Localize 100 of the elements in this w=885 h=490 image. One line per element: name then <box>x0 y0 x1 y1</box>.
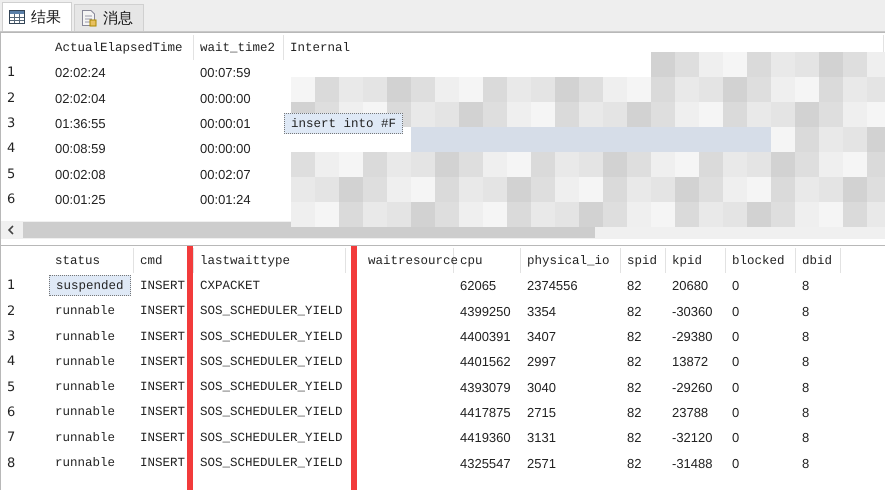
table-cell-text: -29380 <box>671 328 714 346</box>
column-header[interactable]: kpid <box>672 254 702 268</box>
row-number: 4 <box>6 354 16 370</box>
table-cell-text: runnable <box>54 404 116 422</box>
table-cell-text: INSERT <box>139 278 186 295</box>
selected-cell[interactable]: insert into #F <box>284 113 404 134</box>
column-header[interactable]: physical_io <box>527 254 610 268</box>
table-cell-text: SOS_SCHEDULER_YIELD <box>199 354 344 371</box>
column-header[interactable]: dbid <box>802 254 832 268</box>
grid-icon <box>9 10 25 24</box>
table-cell-text: 4401562 <box>459 353 512 372</box>
table-cell-text: 0 <box>731 378 740 397</box>
table-cell-text: 0 <box>731 328 740 346</box>
table-cell-text: runnable <box>54 379 116 396</box>
column-header[interactable]: blocked <box>732 254 785 268</box>
row-number: 6 <box>6 404 16 420</box>
table-cell-text: SOS_SCHEDULER_YIELD <box>199 404 344 422</box>
table-cell-text: INSERT <box>139 430 186 447</box>
table-cell-text: 8 <box>801 353 810 372</box>
column-header[interactable]: Internal <box>290 40 350 55</box>
table-cell-text: SOS_SCHEDULER_YIELD <box>199 430 344 447</box>
results-tab[interactable]: 结果 <box>2 2 72 31</box>
table-cell-text: 13872 <box>671 353 710 372</box>
row-number: 1 <box>6 278 16 294</box>
table-cell-text: 2374556 <box>526 277 579 296</box>
table-cell-text: 00:01:25 <box>54 190 107 209</box>
table-cell-text: 4417875 <box>459 404 512 422</box>
row-number: 5 <box>6 380 16 395</box>
table-cell-text: 00:00:00 <box>199 90 252 108</box>
table-cell-text: runnable <box>54 303 116 320</box>
messages-tab[interactable]: 消息 <box>74 4 144 31</box>
table-cell-text: 00:07:59 <box>199 64 252 82</box>
selected-cell[interactable]: suspended <box>49 275 131 296</box>
table-cell-text: 82 <box>626 353 642 372</box>
table-cell-text: 82 <box>626 429 642 448</box>
column-header[interactable]: lastwaittype <box>200 254 290 268</box>
table-cell-text: 82 <box>626 328 642 346</box>
table-cell-text: 02:02:24 <box>54 64 107 82</box>
row-number: 6 <box>6 192 16 207</box>
column-header[interactable]: spid <box>627 254 658 268</box>
table-cell-text: 20680 <box>671 277 710 296</box>
table-cell-text: SOS_SCHEDULER_YIELD <box>199 328 344 346</box>
column-header[interactable]: status <box>55 254 100 268</box>
table-cell-text: runnable <box>54 328 116 346</box>
table-cell-text: 8 <box>801 277 810 296</box>
table-cell-text: 4325547 <box>459 454 512 473</box>
table-cell-text: runnable <box>54 430 116 447</box>
table-cell-text: INSERT <box>139 379 186 396</box>
table-cell-text: 01:36:55 <box>54 115 107 134</box>
scroll-left-icon[interactable] <box>7 225 15 235</box>
table-cell-text: 4419360 <box>459 429 512 448</box>
table-cell-text: 62065 <box>459 277 498 296</box>
table-cell-text: INSERT <box>139 303 186 320</box>
row-number: 7 <box>6 430 16 446</box>
table-cell-text: -29260 <box>671 378 714 397</box>
table-cell-text: runnable <box>54 354 116 371</box>
column-header[interactable]: waitresource <box>368 254 458 268</box>
table-cell-text: 00:08:59 <box>54 140 107 158</box>
table-cell-text: 82 <box>626 404 642 422</box>
table-cell-text: 3354 <box>526 302 557 321</box>
table-cell-text: 8 <box>801 454 810 473</box>
table-cell-text: 4400391 <box>459 328 512 346</box>
table-cell-text: 00:02:07 <box>199 166 252 184</box>
row-number: 3 <box>6 329 16 344</box>
table-cell-text: 2997 <box>526 353 557 372</box>
table-cell-text: 0 <box>731 404 740 422</box>
table-cell-text: 8 <box>801 378 810 397</box>
table-cell-text: 8 <box>801 404 810 422</box>
table-cell-text: 00:02:08 <box>54 166 107 184</box>
table-cell-text: -30360 <box>671 302 714 321</box>
table-cell-text: 82 <box>626 302 642 321</box>
row-number: 4 <box>6 141 16 156</box>
table-cell-text: 0 <box>731 302 740 321</box>
table-cell-text: INSERT <box>139 328 186 346</box>
table-cell-text: CXPACKET <box>199 278 262 295</box>
table-cell-text: 3407 <box>526 328 557 346</box>
table-cell-text: 4399250 <box>459 302 512 321</box>
table-cell-text: SOS_SCHEDULER_YIELD <box>199 303 344 320</box>
column-header[interactable]: cmd <box>140 254 163 268</box>
table-cell-text: 0 <box>731 353 740 372</box>
column-header[interactable]: wait_time2 <box>200 40 276 55</box>
table-cell-text: -32120 <box>671 429 714 448</box>
table-cell-text: 00:00:01 <box>199 115 252 134</box>
table-cell-text: 82 <box>626 454 642 473</box>
table-cell-text: INSERT <box>139 354 186 371</box>
table-cell-text: 3040 <box>526 378 557 397</box>
column-header[interactable]: ActualElapsedTime <box>55 40 183 55</box>
row-number: 8 <box>6 456 16 471</box>
table-cell-text: 02:02:04 <box>54 90 107 108</box>
table-cell-text: INSERT <box>139 455 186 472</box>
table-cell-text: runnable <box>54 455 116 472</box>
table-cell-text: 8 <box>801 429 810 448</box>
table-cell-text: 00:00:00 <box>199 140 252 158</box>
table-cell-text: 3131 <box>526 429 557 448</box>
row-number: 5 <box>6 166 16 182</box>
column-header[interactable]: cpu <box>460 254 483 268</box>
table-cell-text: 0 <box>731 454 740 473</box>
table-cell-text: SOS_SCHEDULER_YIELD <box>199 455 344 472</box>
table-cell-text: 23788 <box>671 404 710 422</box>
row-number: 2 <box>6 304 16 319</box>
